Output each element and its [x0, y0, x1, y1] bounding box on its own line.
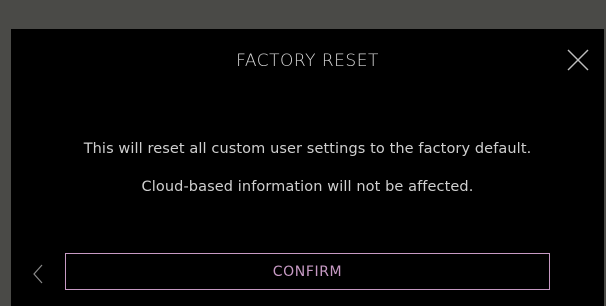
dialog-title: FACTORY RESET: [236, 51, 379, 71]
chevron-left-icon: [33, 264, 43, 284]
reset-warning-text: This will reset all custom user settings…: [83, 141, 532, 157]
close-icon: [567, 49, 589, 71]
screen-backdrop: FACTORY RESET This will reset all custom…: [0, 0, 606, 306]
cloud-info-text: Cloud-based information will not be affe…: [141, 179, 474, 195]
close-button[interactable]: [564, 46, 592, 74]
confirm-button[interactable]: CONFIRM: [65, 253, 550, 290]
back-button[interactable]: [31, 263, 45, 285]
factory-reset-dialog: FACTORY RESET This will reset all custom…: [11, 29, 604, 306]
